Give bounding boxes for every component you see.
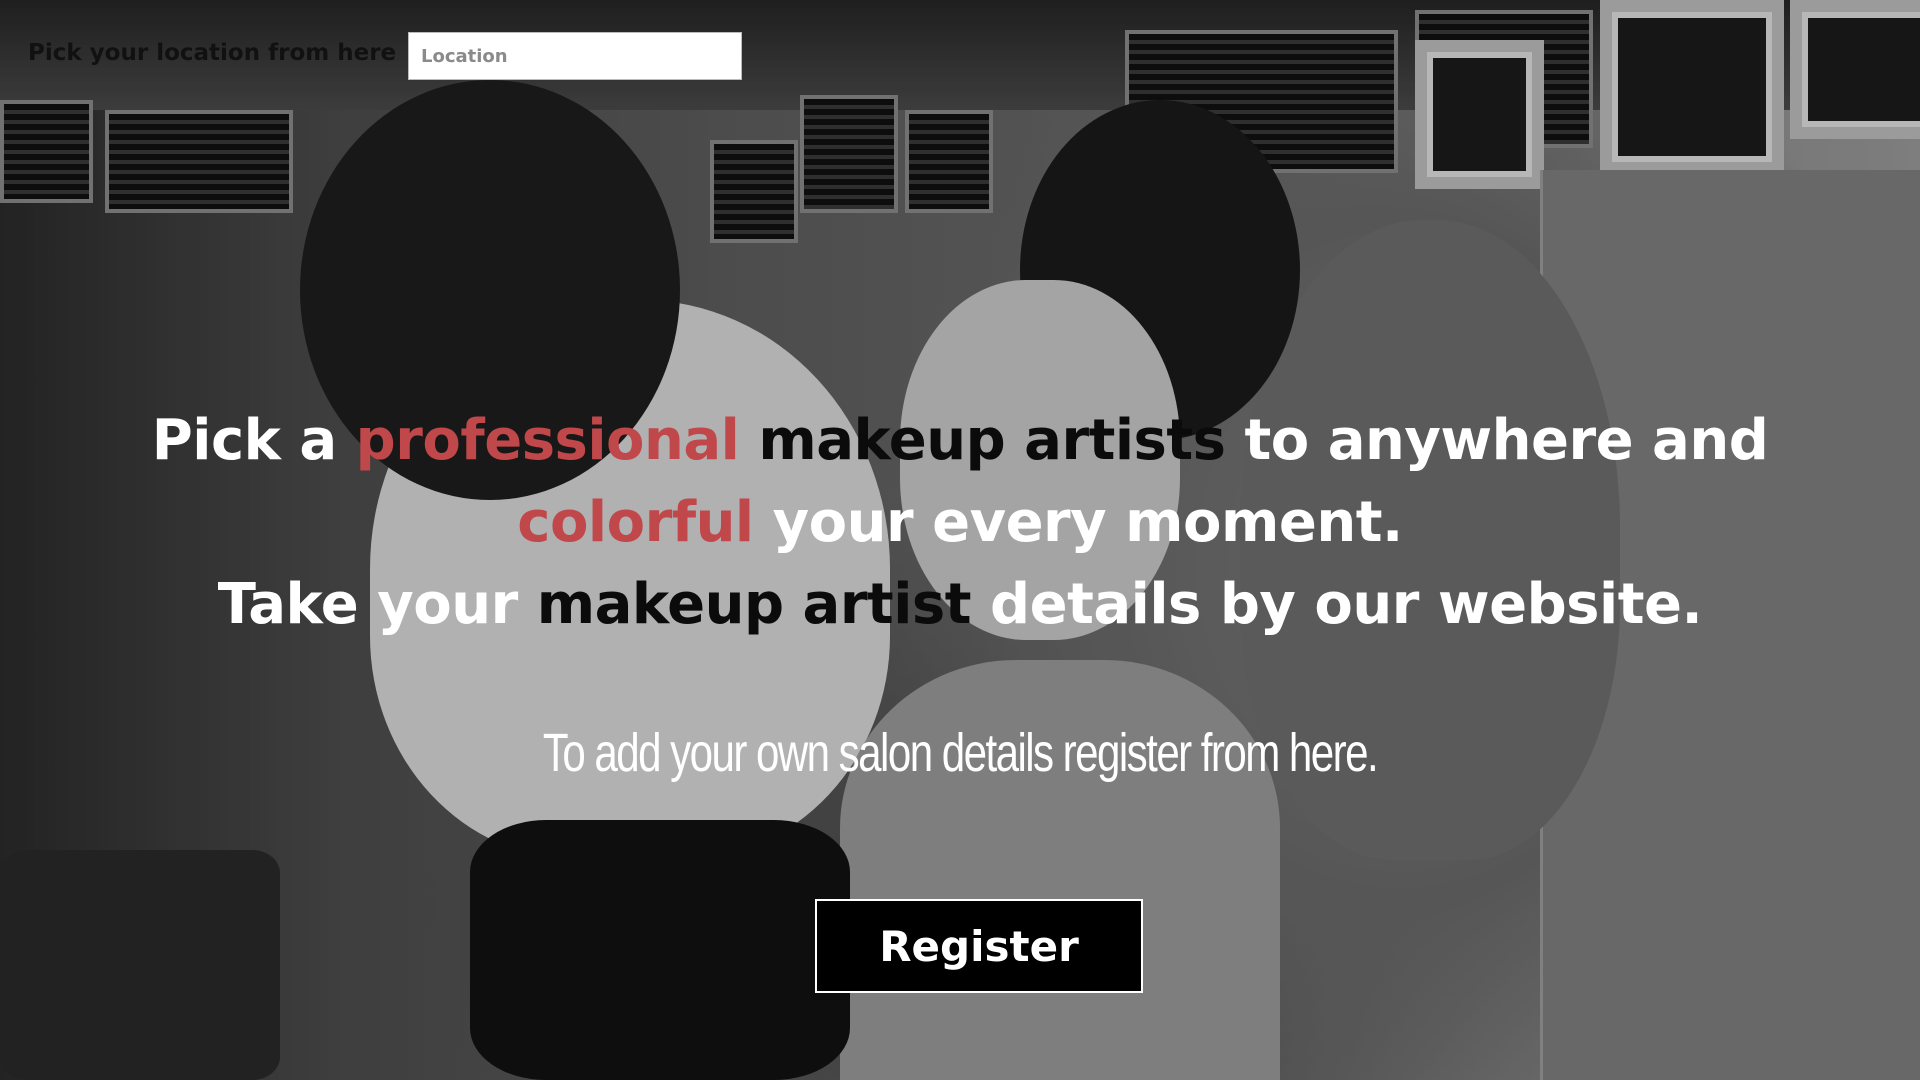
hero-dark-text: makeup artists: [739, 408, 1226, 473]
hero-line-2: colorful your every moment.: [140, 482, 1780, 564]
hero-accent-text: colorful: [517, 490, 754, 555]
hero-line-3: Take your makeup artist details by our w…: [140, 564, 1780, 646]
location-label: Pick your location from here: [28, 40, 397, 66]
hero-accent-text: professional: [355, 408, 740, 473]
landing-page: Pick your location from here Pick a prof…: [0, 0, 1920, 1080]
hero-text: your every moment.: [753, 490, 1404, 555]
location-input[interactable]: [408, 32, 742, 80]
hero-dark-text: makeup artist: [536, 572, 972, 637]
register-prompt-text: To add your own salon details register f…: [542, 723, 1379, 783]
hero-text: details by our website.: [971, 572, 1703, 637]
hero-line-1: Pick a professional makeup artists to an…: [140, 400, 1780, 482]
hero-text: to anywhere and: [1225, 408, 1769, 473]
register-button[interactable]: Register: [815, 899, 1143, 993]
hero-headline: Pick a professional makeup artists to an…: [140, 400, 1780, 646]
hero-text: Take your: [217, 572, 537, 637]
hero-text: Pick a: [151, 408, 356, 473]
